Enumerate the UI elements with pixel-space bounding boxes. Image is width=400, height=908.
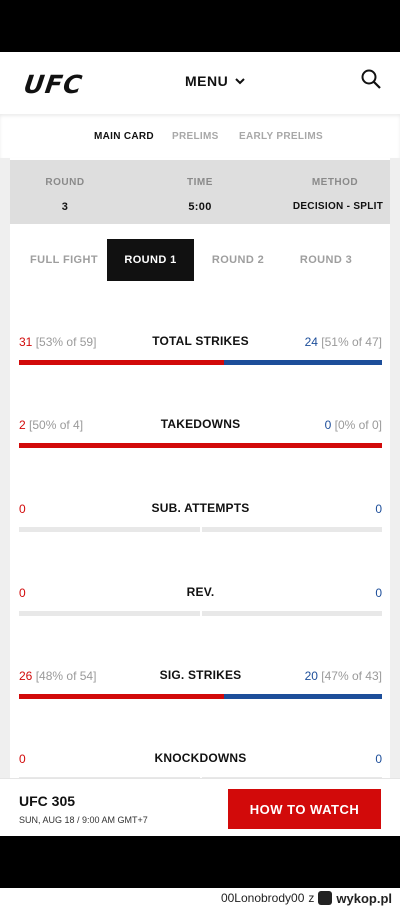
tab-early-prelims[interactable]: EARLY PRELIMS bbox=[239, 131, 323, 142]
round-value: 3 bbox=[61, 201, 69, 213]
bar-red-segment bbox=[19, 694, 225, 699]
event-title: UFC 305 bbox=[19, 793, 76, 809]
blue-corner-count: 0 bbox=[375, 586, 382, 600]
status-bar-area bbox=[0, 0, 400, 52]
tab-round-1[interactable]: ROUND 1 bbox=[107, 239, 194, 281]
event-date: SUN, AUG 18 / 9:00 AM GMT+7 bbox=[19, 815, 148, 825]
tab-prelims[interactable]: PRELIMS bbox=[172, 131, 219, 142]
blue-corner-count: 20 bbox=[304, 669, 318, 683]
credit-site: wykop.pl bbox=[336, 890, 392, 906]
stat-name: REV. bbox=[186, 585, 215, 599]
stat-right-value: 0 [0% of 0] bbox=[325, 418, 382, 432]
stat-comparison-bar bbox=[19, 443, 382, 448]
tab-full-fight[interactable]: FULL FIGHT bbox=[28, 239, 100, 281]
card-subnav: MAIN CARD PRELIMS EARLY PRELIMS bbox=[0, 114, 400, 158]
tab-round-2[interactable]: ROUND 2 bbox=[202, 239, 274, 281]
left-gutter bbox=[0, 158, 10, 778]
stat-name: SUB. ATTEMPTS bbox=[151, 501, 250, 515]
bar-empty-right bbox=[201, 611, 382, 616]
search-icon[interactable] bbox=[360, 68, 382, 90]
bar-red-segment bbox=[19, 360, 224, 365]
stat-name: KNOCKDOWNS bbox=[154, 751, 247, 765]
how-to-watch-button[interactable]: HOW TO WATCH bbox=[228, 789, 381, 829]
menu-button[interactable]: MENU bbox=[185, 73, 246, 89]
menu-label: MENU bbox=[185, 73, 229, 89]
tab-round-3[interactable]: ROUND 3 bbox=[290, 239, 362, 281]
time-value: 5:00 bbox=[188, 201, 212, 213]
stat-comparison-bar bbox=[19, 360, 382, 365]
blue-corner-pct: [51% of 47] bbox=[321, 335, 382, 349]
bar-blue-segment bbox=[224, 694, 382, 699]
ufc-logo[interactable]: UFC bbox=[22, 70, 85, 99]
blue-corner-count: 0 bbox=[375, 502, 382, 516]
bar-empty-right bbox=[201, 527, 382, 532]
nav-bar-area bbox=[0, 836, 400, 888]
blue-corner-count: 0 bbox=[324, 418, 332, 432]
method-label: METHOD bbox=[311, 177, 359, 188]
right-gutter bbox=[390, 158, 400, 778]
stat-right-value: 24 [51% of 47] bbox=[305, 335, 382, 349]
chevron-down-icon bbox=[235, 78, 245, 85]
stat-comparison-bar bbox=[19, 694, 382, 699]
bar-empty-left bbox=[19, 527, 200, 532]
credit-user: 00Lonobrody00 bbox=[220, 891, 305, 905]
bar-blue-segment bbox=[223, 360, 382, 365]
blue-corner-count: 24 bbox=[304, 335, 318, 349]
stat-row: 0 SUB. ATTEMPTS 0 bbox=[19, 501, 382, 542]
credit-via: z bbox=[308, 891, 315, 905]
stat-row: 2 [50% of 4] TAKEDOWNS 0 [0% of 0] bbox=[19, 417, 382, 458]
fight-info: ROUND 3 TIME 5:00 METHOD DECISION - SPLI… bbox=[10, 160, 390, 224]
stat-right-value: 0 bbox=[375, 752, 382, 766]
stat-row: 0 REV. 0 bbox=[19, 585, 382, 626]
wykop-logo-icon bbox=[318, 891, 333, 905]
stat-row: 31 [53% of 59] TOTAL STRIKES 24 [51% of 47… bbox=[19, 334, 382, 375]
round-label: ROUND bbox=[45, 177, 85, 188]
blue-corner-count: 0 bbox=[375, 752, 382, 766]
stat-comparison-bar bbox=[19, 611, 382, 616]
event-footer: UFC 305 SUN, AUG 18 / 9:00 AM GMT+7 HOW … bbox=[0, 778, 400, 836]
stat-comparison-bar bbox=[19, 527, 382, 532]
site-header: UFC MENU bbox=[0, 52, 400, 114]
stat-right-value: 0 bbox=[375, 502, 382, 516]
image-credit: 00Lonobrody00 z wykop.pl bbox=[0, 888, 400, 908]
stat-row: 26 [48% of 54] SIG. STRIKES 20 [47% of 43] bbox=[19, 668, 382, 709]
tab-main-card[interactable]: MAIN CARD bbox=[94, 131, 154, 142]
stat-right-value: 20 [47% of 43] bbox=[305, 669, 382, 683]
bar-empty-left bbox=[19, 611, 200, 616]
time-label: TIME bbox=[187, 177, 213, 188]
method-value: DECISION - SPLIT bbox=[292, 201, 384, 212]
blue-corner-pct: [47% of 43] bbox=[321, 669, 382, 683]
stat-right-value: 0 bbox=[375, 586, 382, 600]
blue-corner-pct: [0% of 0] bbox=[334, 418, 382, 432]
bar-red-segment bbox=[19, 443, 382, 448]
